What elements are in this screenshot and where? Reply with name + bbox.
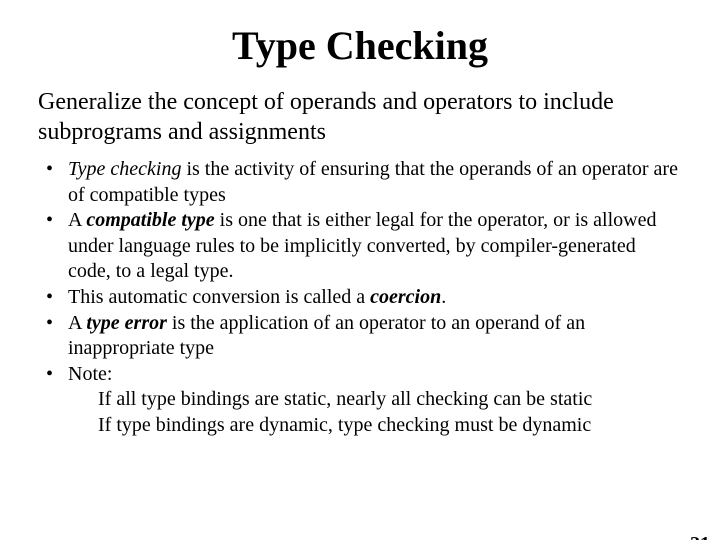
bullet-item: A type error is the application of an op…: [38, 311, 682, 362]
bullet-segment: Type checking: [68, 158, 181, 180]
bullet-segment: type error: [86, 312, 167, 334]
bullet-item: A compatible type is one that is either …: [38, 208, 682, 285]
bullet-subline: If type bindings are dynamic, type check…: [68, 413, 682, 439]
bullet-item: Type checking is the activity of ensurin…: [38, 157, 682, 208]
bullet-segment: coercion: [370, 286, 441, 308]
bullet-item: Note:If all type bindings are static, ne…: [38, 362, 682, 439]
bullet-ul: Type checking is the activity of ensurin…: [38, 157, 682, 439]
bullet-list: Type checking is the activity of ensurin…: [38, 157, 682, 439]
slide: Type Checking Generalize the concept of …: [0, 22, 720, 540]
bullet-subline: If all type bindings are static, nearly …: [68, 387, 682, 413]
bullet-segment: .: [441, 286, 446, 308]
intro-text: Generalize the concept of operands and o…: [38, 87, 682, 147]
bullet-segment: compatible type: [86, 209, 214, 231]
bullet-segment: Note:: [68, 363, 112, 385]
page-number: 21: [690, 533, 710, 540]
slide-title: Type Checking: [0, 22, 720, 69]
bullet-segment: A: [68, 312, 86, 334]
bullet-item: This automatic conversion is called a co…: [38, 285, 682, 311]
bullet-segment: A: [68, 209, 86, 231]
bullet-segment: This automatic conversion is called a: [68, 286, 370, 308]
